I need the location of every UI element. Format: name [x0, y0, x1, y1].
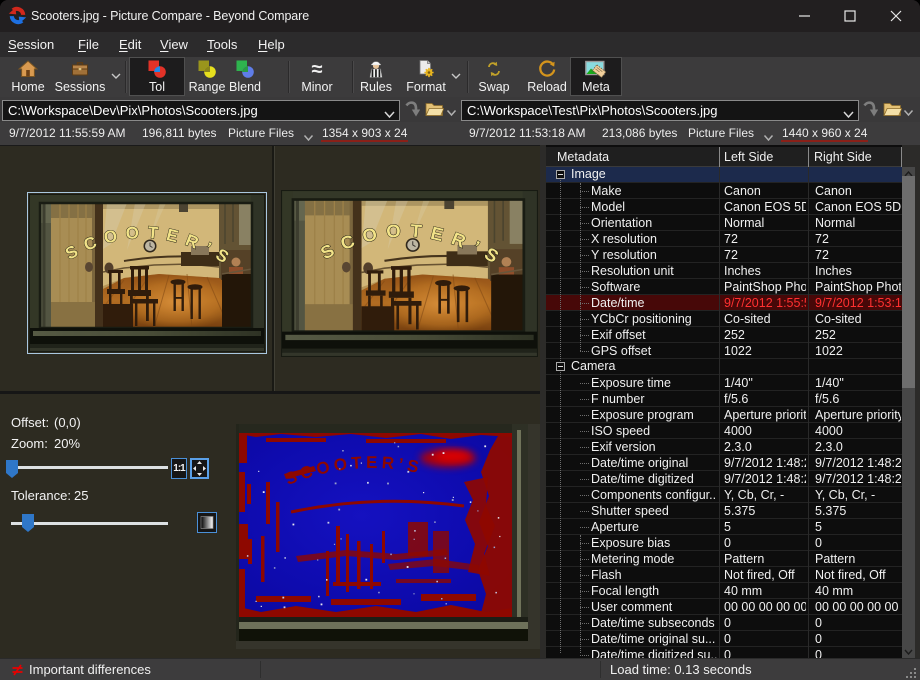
svg-text:≈: ≈	[312, 59, 323, 79]
